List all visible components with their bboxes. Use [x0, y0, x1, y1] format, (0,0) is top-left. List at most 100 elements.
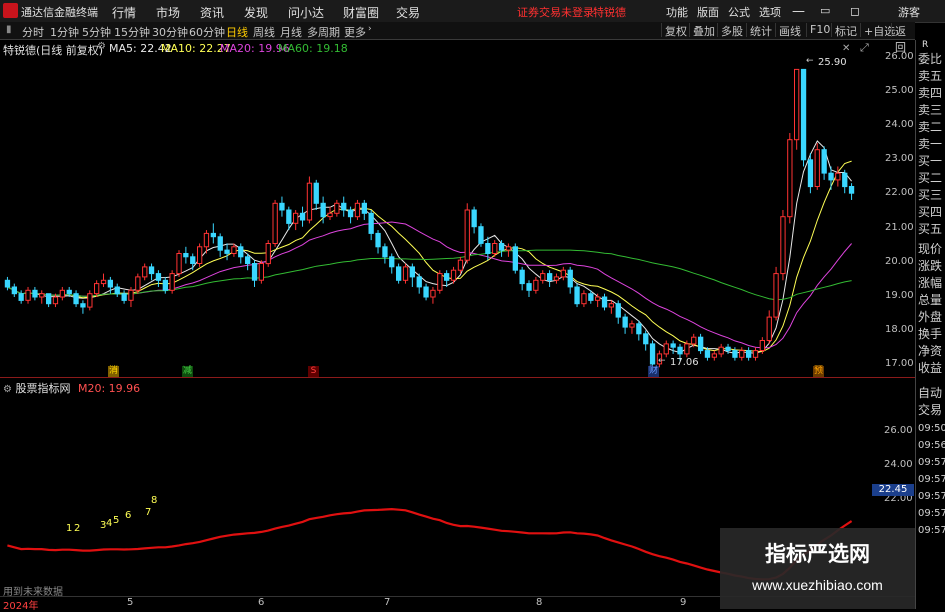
quote-label: 涨幅: [918, 276, 943, 290]
event-marker-xiao[interactable]: 消: [108, 366, 119, 377]
ma10-line: [7, 160, 852, 353]
candle-body: [766, 316, 772, 342]
candle: [389, 253, 395, 274]
more-chevron-icon[interactable]: ›: [368, 24, 372, 34]
restore-icon[interactable]: ▭: [820, 4, 830, 17]
candle-body: [814, 149, 820, 187]
candle: [100, 273, 107, 287]
chart-expand-icon[interactable]: ⤢: [860, 41, 869, 55]
candle-body: [684, 343, 690, 355]
candle-body: [581, 293, 587, 305]
event-marker-cai[interactable]: 财: [648, 366, 659, 377]
settings-gear-icon[interactable]: ⚙: [97, 41, 106, 52]
menu-jiaoyi[interactable]: 交易: [396, 4, 420, 21]
menu-hangqing[interactable]: 行情: [112, 4, 136, 21]
candle-body: [347, 209, 354, 218]
quote-label: 委比: [918, 52, 943, 66]
period-weekly[interactable]: 周线: [253, 24, 275, 40]
candle-body: [430, 289, 436, 298]
candle-body: [437, 273, 443, 291]
btn-diejia[interactable]: 叠加: [689, 23, 718, 38]
candle: [272, 199, 278, 247]
period-15min[interactable]: 15分钟: [114, 24, 150, 40]
candle: [409, 263, 416, 287]
period-1min[interactable]: 1分钟: [50, 24, 79, 40]
event-marker-jian[interactable]: 减: [182, 366, 193, 377]
menu-wenxiaoda[interactable]: 问小达: [288, 4, 324, 21]
window-icon[interactable]: ◻: [850, 4, 860, 18]
btn-tongji[interactable]: 统计: [746, 23, 775, 38]
candle: [87, 290, 93, 311]
menu-gongneng[interactable]: 功能: [666, 4, 688, 20]
price-tick: 24.00: [885, 119, 914, 130]
minimize-icon[interactable]: —: [792, 4, 805, 19]
indicator-tick: 26.00: [884, 425, 913, 436]
candle-body: [121, 293, 127, 301]
period-monthly[interactable]: 月线: [280, 24, 302, 40]
btn-f10[interactable]: F10: [806, 23, 833, 37]
candle-body: [670, 343, 676, 348]
period-60min[interactable]: 60分钟: [189, 24, 225, 40]
low-price-label: 17.06: [670, 357, 699, 368]
period-fenshi[interactable]: 分时: [22, 24, 44, 40]
event-marker-s[interactable]: S: [308, 366, 319, 377]
chart-close-icon[interactable]: ✕: [842, 43, 850, 54]
period-daily[interactable]: 日线: [226, 24, 248, 40]
trade-time: 09:57: [918, 525, 945, 536]
event-marker-yu[interactable]: 预: [813, 366, 824, 377]
menu-zixun[interactable]: 资讯: [200, 4, 224, 21]
candle-body: [251, 263, 258, 281]
candle: [114, 283, 120, 298]
candle-body: [155, 273, 162, 281]
candle: [313, 179, 319, 210]
candle: [279, 196, 285, 217]
digit-label: 5: [113, 515, 120, 526]
guest-label[interactable]: 游客: [898, 4, 920, 20]
quote-label: 卖四: [918, 86, 943, 100]
panel-collapse-icon[interactable]: R: [922, 40, 928, 50]
quote-label: 卖二: [918, 120, 943, 134]
watermark: 指标严选网 www.xuezhibiao.com: [720, 528, 915, 609]
candle: [608, 300, 615, 314]
candle: [190, 253, 196, 271]
candle-body: [498, 243, 505, 251]
candle: [567, 266, 573, 294]
menu-faxian[interactable]: 发现: [244, 4, 268, 21]
menu-xuanxiang[interactable]: 选项: [759, 4, 781, 20]
btn-fuquan[interactable]: 复权: [661, 23, 690, 38]
candle: [4, 276, 11, 291]
candle-body: [73, 293, 79, 305]
candle-body: [821, 149, 827, 174]
candle: [183, 246, 189, 264]
menu-shichang[interactable]: 市场: [156, 4, 180, 21]
period-toolbar: ▮ 分时 1分钟 5分钟 15分钟 30分钟 60分钟 日线 周线 月线 多周期…: [0, 22, 915, 54]
time-tick: 6: [258, 597, 265, 608]
candle: [526, 280, 532, 298]
quote-label[interactable]: 交易: [918, 401, 942, 418]
kline-chart[interactable]: [0, 54, 885, 379]
candle-body: [787, 139, 793, 218]
btn-duogu[interactable]: 多股: [717, 23, 746, 38]
btn-biaoji[interactable]: 标记: [831, 23, 860, 38]
candle-body: [629, 323, 635, 328]
candle: [739, 347, 745, 361]
trade-login-alert[interactable]: 证券交易未登录: [517, 4, 594, 20]
btn-back[interactable]: 返回: [891, 23, 915, 54]
candle-body: [39, 293, 45, 298]
ma5-line: [7, 140, 852, 354]
quote-label[interactable]: 自动: [918, 384, 942, 401]
menu-caifuquan[interactable]: 财富圈: [343, 4, 379, 21]
menu-gongshi[interactable]: 公式: [728, 4, 750, 20]
candle-body: [780, 216, 786, 275]
period-5min[interactable]: 5分钟: [82, 24, 111, 40]
period-30min[interactable]: 30分钟: [152, 24, 188, 40]
price-tick: 26.00: [885, 51, 914, 62]
period-more[interactable]: 更多: [344, 24, 366, 40]
period-multi[interactable]: 多周期: [307, 24, 340, 40]
btn-huaxian[interactable]: 画线: [775, 23, 804, 38]
candle-body: [471, 209, 477, 228]
candle-body: [547, 273, 553, 281]
candle: [176, 250, 182, 277]
menu-banmian[interactable]: 版面: [697, 4, 719, 20]
app-name: 通达信金融终端: [21, 6, 98, 19]
